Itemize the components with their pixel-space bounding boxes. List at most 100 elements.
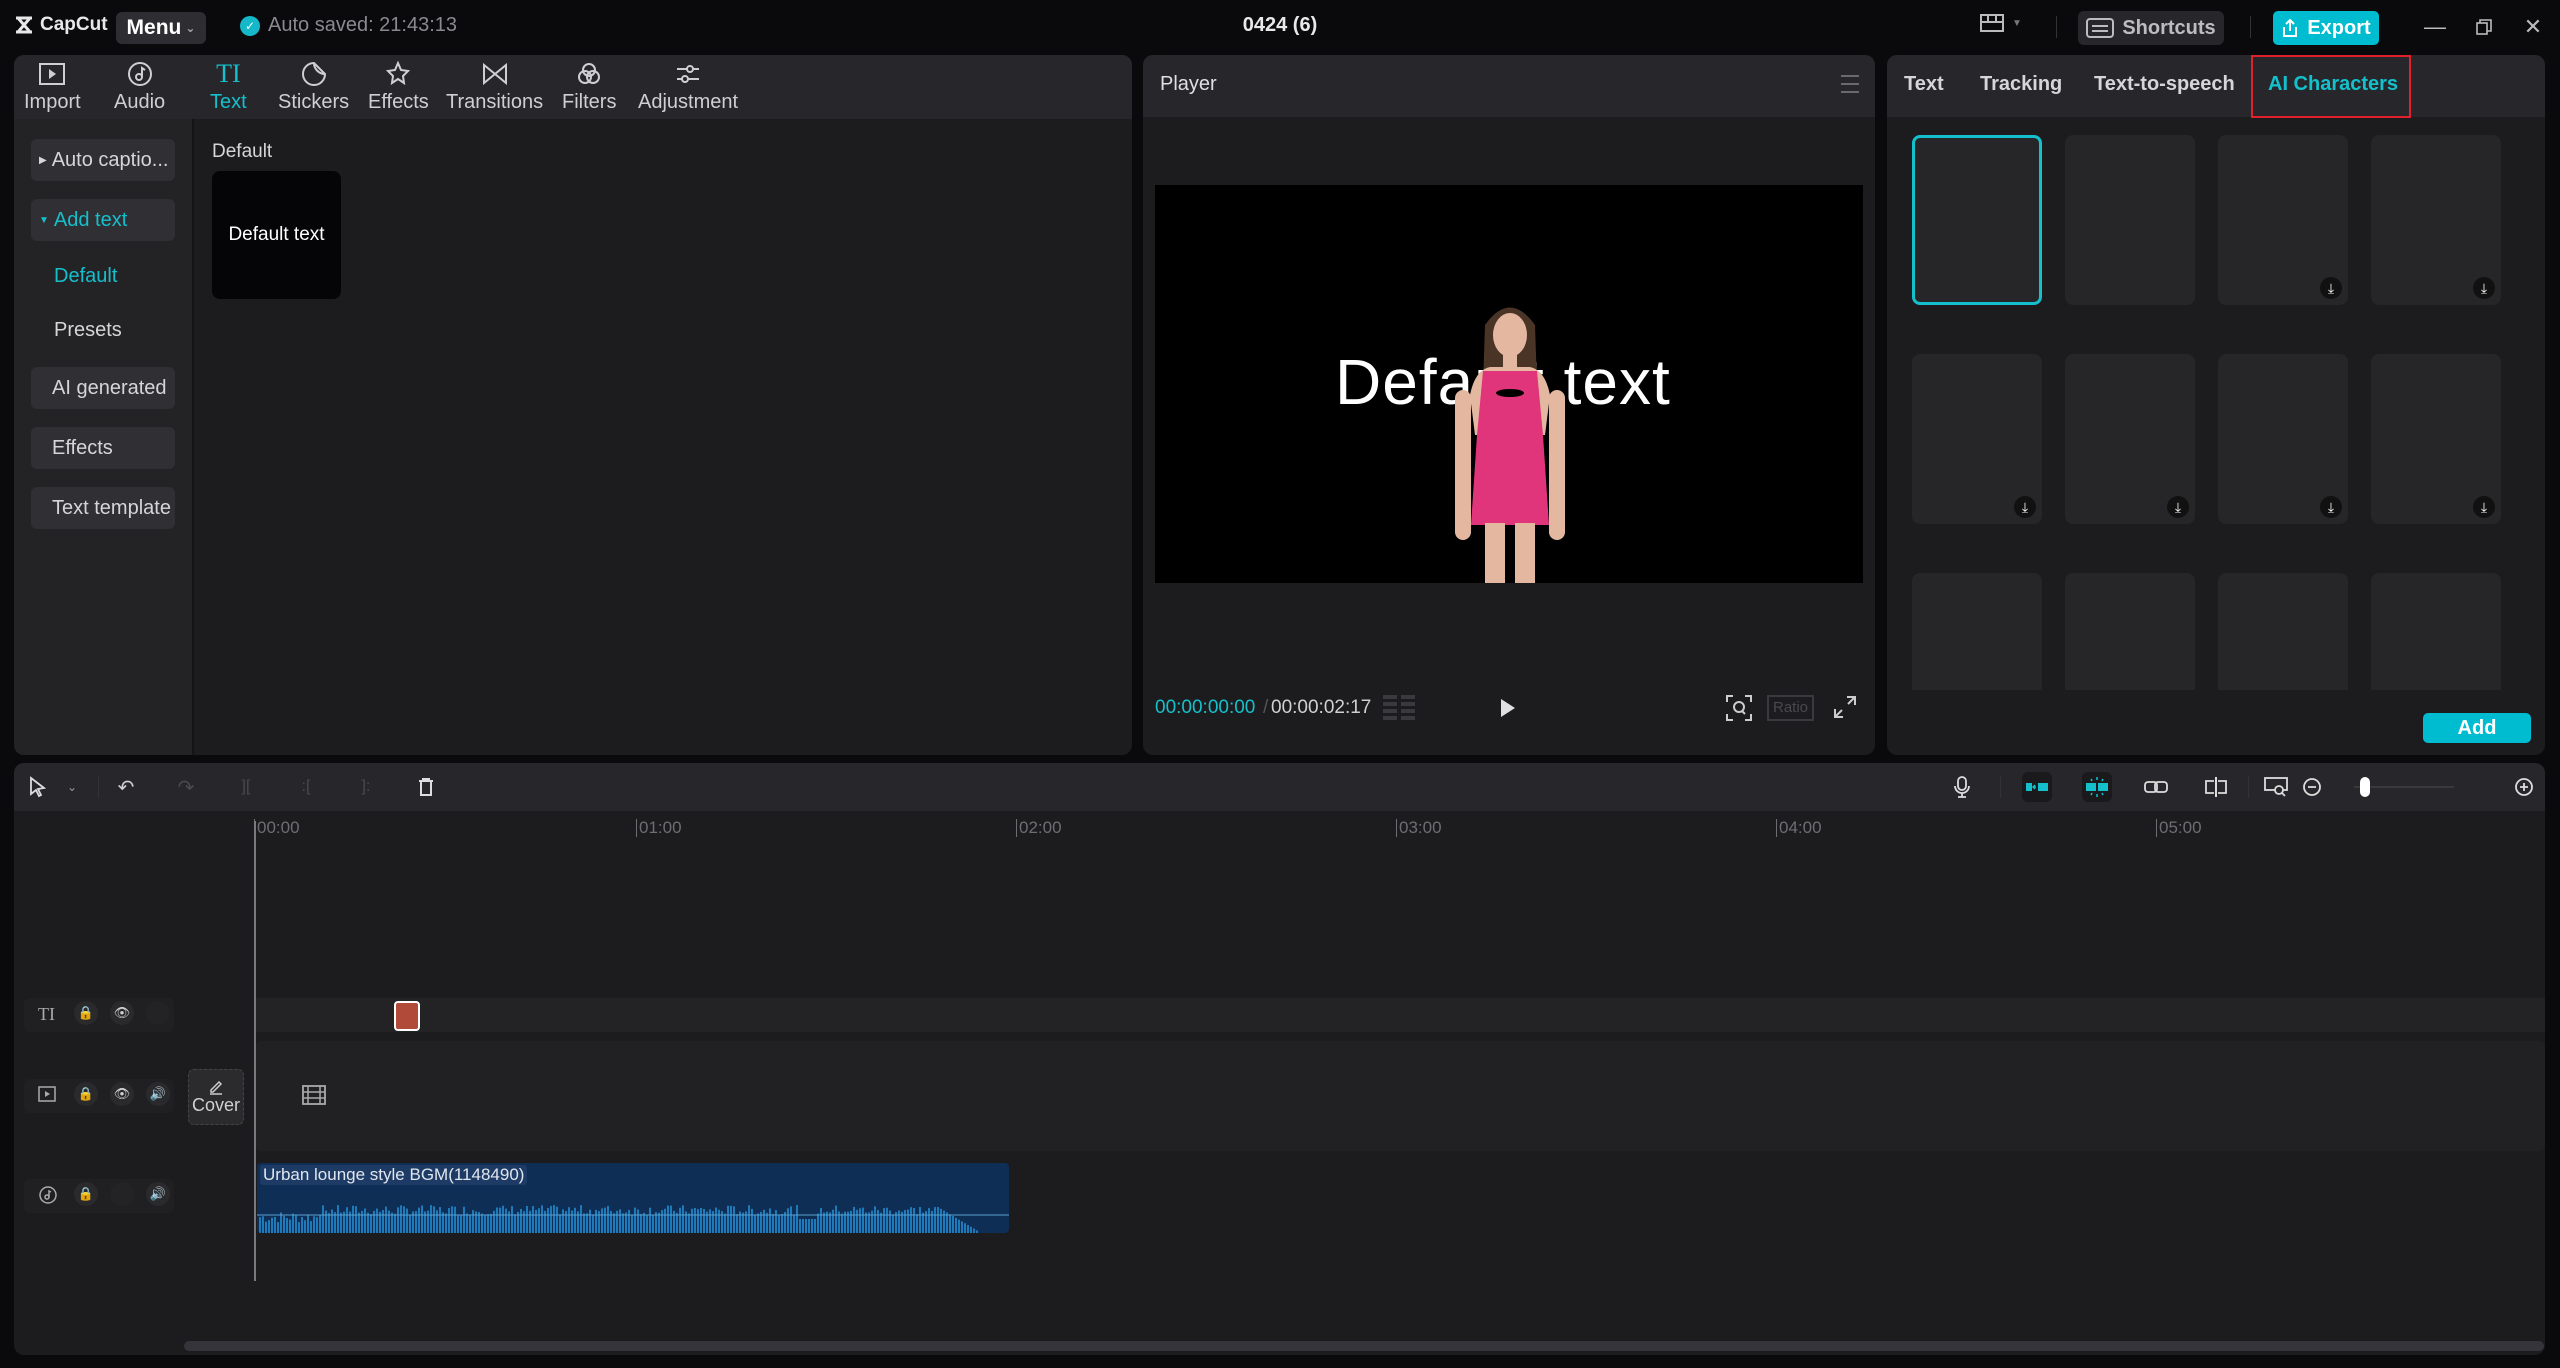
tool-filters[interactable]: Filters [562, 59, 616, 114]
snap-icon [2086, 777, 2108, 797]
lock-icon[interactable]: 🔒 [74, 1182, 98, 1206]
player-menu-button[interactable] [1841, 75, 1859, 93]
character-card[interactable]: ⤓ [2371, 354, 2501, 524]
character-card[interactable] [1912, 135, 2042, 305]
volume-icon[interactable]: 🔊 [146, 1182, 170, 1206]
main-video-track[interactable] [256, 1041, 2545, 1151]
waveform-bar [490, 1213, 492, 1233]
close-button[interactable]: ✕ [2518, 12, 2548, 42]
character-card[interactable]: ⤓ [2371, 135, 2501, 305]
nav-text-template[interactable]: Text template [31, 487, 175, 529]
delete-button[interactable] [412, 773, 440, 801]
eye-icon[interactable]: 👁 [110, 1082, 134, 1106]
chevron-down-icon[interactable]: ⌄ [58, 773, 86, 801]
undo-button[interactable]: ↶ [112, 773, 140, 801]
layout-button[interactable]: ▼ [1980, 14, 2022, 32]
text-clip[interactable] [394, 1001, 420, 1031]
export-button[interactable]: Export [2273, 11, 2379, 45]
waveform-bar [880, 1212, 882, 1233]
character-card[interactable]: ⤓ [1912, 354, 2042, 524]
waveform-bar [502, 1205, 504, 1233]
playhead[interactable] [254, 821, 256, 1281]
cover-button[interactable]: Cover [188, 1069, 244, 1125]
waveform-bar [754, 1214, 756, 1233]
auto-snap-toggle[interactable] [2082, 772, 2112, 802]
zoom-in-button[interactable] [2510, 773, 2538, 801]
tool-import[interactable]: Import [24, 59, 81, 114]
lock-icon[interactable]: 🔒 [74, 1001, 98, 1025]
volume-icon[interactable]: 🔊 [146, 1082, 170, 1106]
delete-left-button[interactable]: :[ [292, 773, 320, 801]
magnet-main-track-toggle[interactable] [2022, 772, 2052, 802]
total-timecode: 00:00:02:17 [1271, 697, 1372, 718]
character-card[interactable] [2218, 573, 2348, 690]
character-card[interactable]: ⤓ [2218, 354, 2348, 524]
zoom-preview-button[interactable] [1725, 694, 1753, 722]
nav-auto-captions[interactable]: ▶ Auto captio... [31, 139, 175, 181]
menu-button[interactable]: Menu ⌄ [116, 12, 206, 44]
restore-button[interactable] [2469, 12, 2499, 42]
delete-right-button[interactable]: ]: [352, 773, 380, 801]
tool-adjustment[interactable]: Adjustment [638, 59, 738, 114]
timeline-scrollbar[interactable] [184, 1341, 2544, 1351]
tool-audio[interactable]: Audio [114, 59, 165, 114]
waveform-bar [568, 1207, 570, 1233]
download-icon[interactable]: ⤓ [2167, 496, 2189, 518]
audio-waveform [257, 1205, 1009, 1233]
download-icon[interactable]: ⤓ [2320, 496, 2342, 518]
character-card[interactable] [2065, 135, 2195, 305]
fullscreen-icon [1834, 696, 1856, 718]
chapters-icon[interactable] [1383, 695, 1417, 721]
zoom-slider-handle[interactable] [2360, 777, 2370, 797]
redo-button[interactable]: ↷ [172, 773, 200, 801]
waveform-bar [802, 1219, 804, 1233]
download-icon[interactable]: ⤓ [2320, 277, 2342, 299]
nav-ai-generated[interactable]: AI generated [31, 367, 175, 409]
timeline-ruler[interactable]: 00:00 01:00 02:00 03:00 04:00 05:00 [14, 811, 2545, 841]
tool-transitions[interactable]: Transitions [446, 59, 543, 114]
zoom-out-button[interactable] [2298, 773, 2326, 801]
audio-clip[interactable]: Urban lounge style BGM(1148490) [257, 1163, 1009, 1233]
play-button[interactable] [1499, 697, 1517, 719]
download-icon[interactable]: ⤓ [2473, 496, 2495, 518]
waveform-bar [448, 1208, 450, 1233]
waveform-bar [862, 1207, 864, 1233]
play-icon [1501, 699, 1515, 717]
split-button[interactable]: ][ [232, 773, 260, 801]
nav-presets[interactable]: Presets [54, 319, 122, 342]
tool-label: Transitions [446, 91, 544, 113]
download-icon[interactable]: ⤓ [2473, 277, 2495, 299]
download-icon[interactable]: ⤓ [2014, 496, 2036, 518]
select-tool-button[interactable] [24, 773, 52, 801]
preview-axis-button[interactable] [2202, 773, 2230, 801]
lock-icon[interactable]: 🔒 [74, 1082, 98, 1106]
character-card[interactable]: ⤓ [2065, 354, 2195, 524]
tab-text[interactable]: Text [1904, 73, 1944, 96]
character-card[interactable] [1912, 573, 2042, 690]
character-card[interactable]: ⤓ [2218, 135, 2348, 305]
tab-tracking[interactable]: Tracking [1980, 73, 2062, 96]
minimize-button[interactable]: — [2420, 12, 2450, 42]
ai-character-figure[interactable] [1445, 295, 1575, 583]
link-button[interactable] [2142, 773, 2170, 801]
nav-default[interactable]: Default [54, 265, 117, 288]
default-text-card[interactable]: Default text [212, 171, 341, 299]
tool-effects[interactable]: Effects [368, 59, 429, 114]
zoom-to-fit-button[interactable] [2262, 773, 2290, 801]
nav-add-text[interactable]: ▼ Add text [31, 199, 175, 241]
preview-canvas[interactable]: Default text [1155, 185, 1863, 583]
nav-effects[interactable]: Effects [31, 427, 175, 469]
tool-text[interactable]: TI Text [210, 59, 247, 114]
adjustment-icon [675, 59, 701, 89]
character-card[interactable] [2371, 573, 2501, 690]
waveform-bar [688, 1213, 690, 1233]
record-voice-button[interactable] [1948, 773, 1976, 801]
tab-text-to-speech[interactable]: Text-to-speech [2094, 73, 2235, 96]
add-character-button[interactable]: Add [2423, 713, 2531, 743]
fullscreen-button[interactable] [1833, 695, 1857, 719]
character-card[interactable] [2065, 573, 2195, 690]
tool-stickers[interactable]: Stickers [278, 59, 349, 114]
shortcuts-button[interactable]: Shortcuts [2078, 11, 2224, 45]
ratio-button[interactable]: Ratio [1767, 695, 1815, 721]
eye-icon[interactable]: 👁 [110, 1001, 134, 1025]
